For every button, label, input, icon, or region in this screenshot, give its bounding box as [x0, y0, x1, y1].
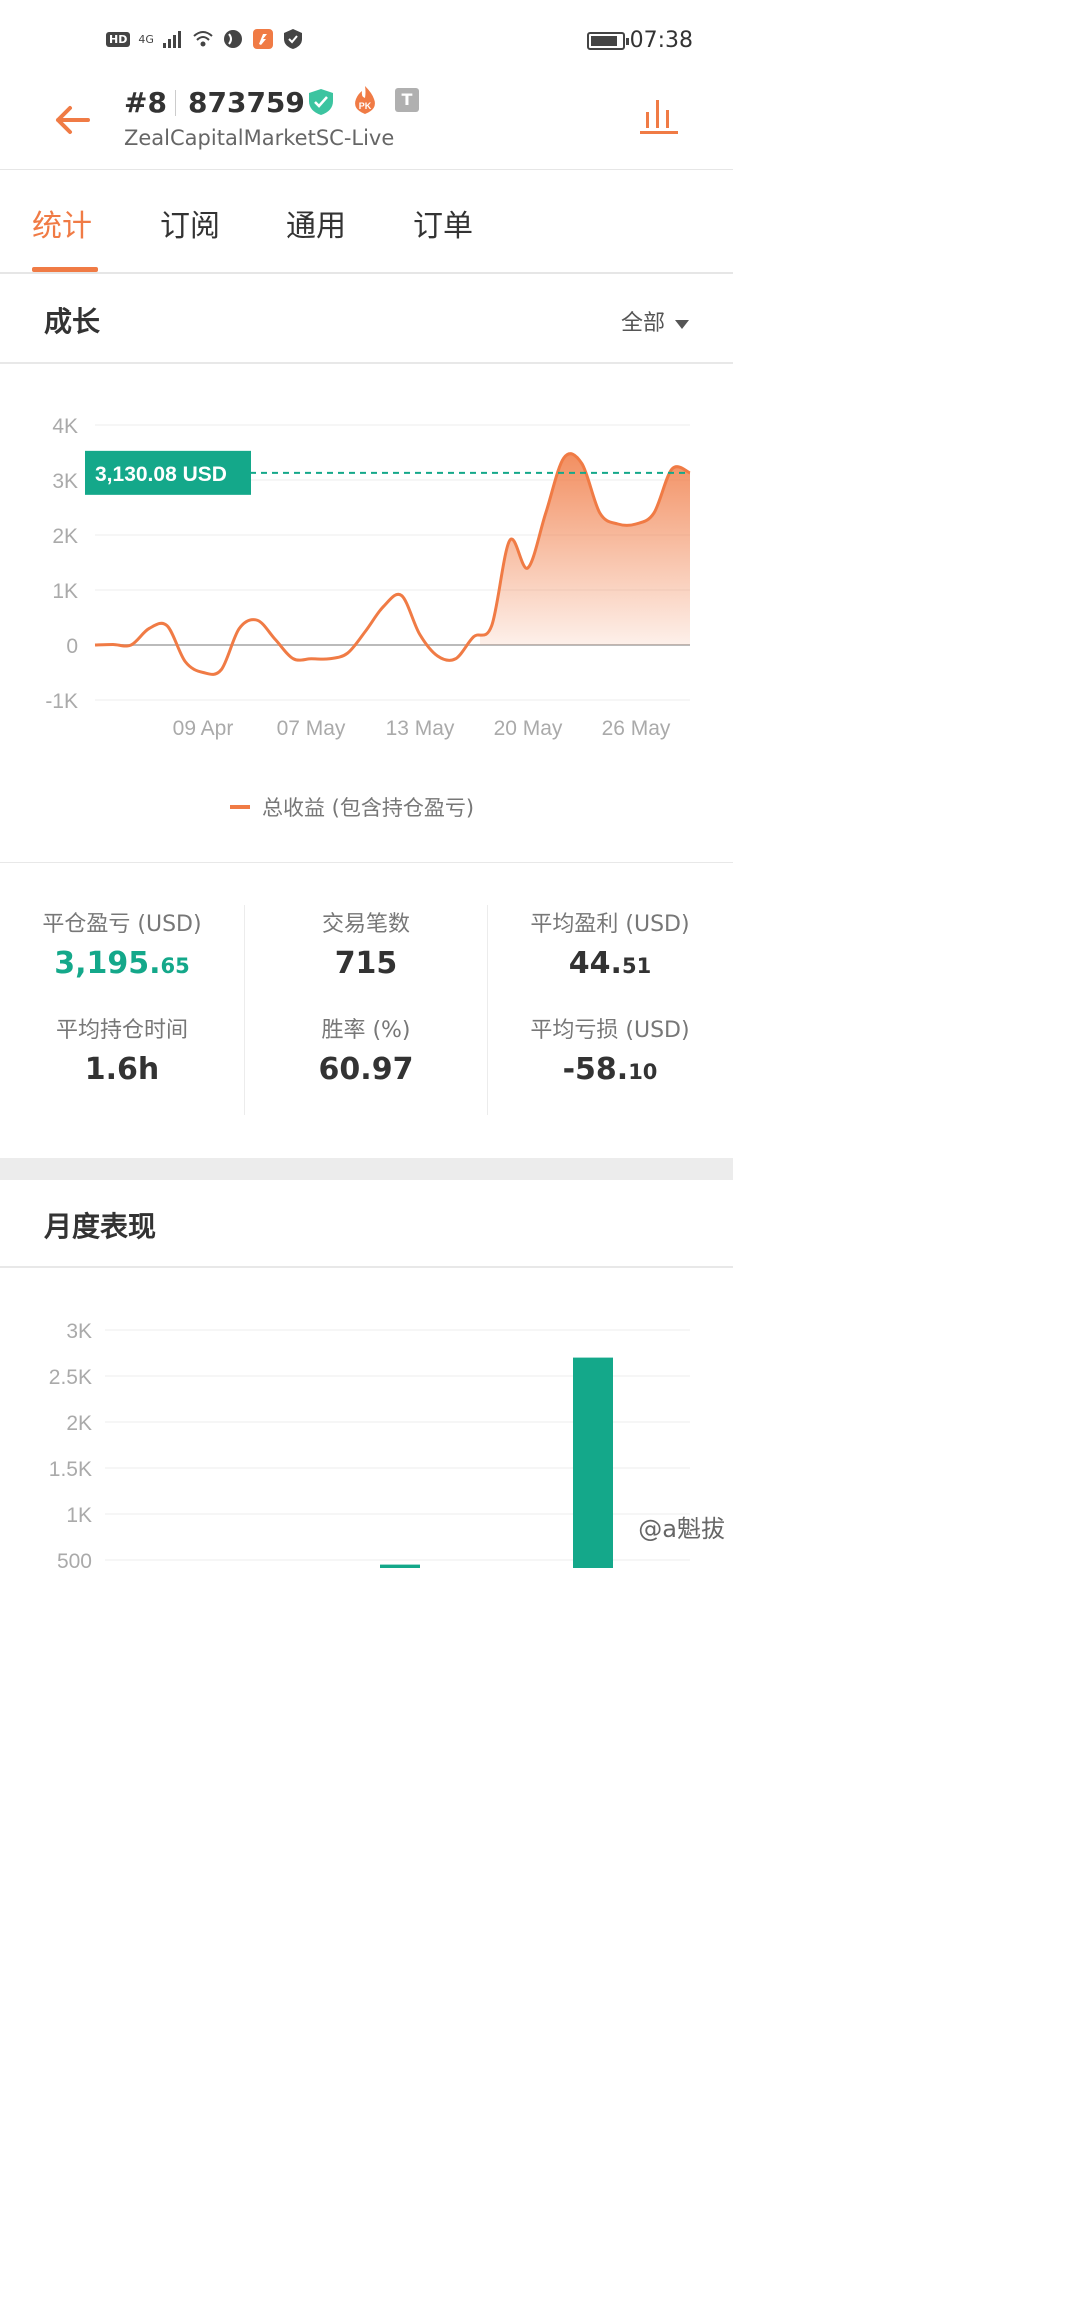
app-notification-icon	[252, 29, 273, 49]
x-tick-label: 13 May	[386, 717, 455, 740]
y-tick-label: 2.5K	[49, 1366, 92, 1389]
x-tick-label: 07 May	[277, 717, 346, 740]
battery-icon	[587, 32, 629, 50]
hd-indicator: HD	[106, 31, 131, 47]
stat-avg-hold-time: 平均持仓时间 1.6h	[0, 1012, 244, 1087]
stat-label: 平均持仓时间	[55, 1018, 188, 1043]
bar-chart-icon[interactable]	[636, 96, 682, 136]
stat-value: 3,195.65	[54, 946, 190, 981]
server-name: ZealCapitalMarketSC-Live	[124, 126, 395, 150]
header-divider	[175, 90, 176, 116]
x-tick-label: 09 Apr	[173, 717, 234, 740]
legend-swatch	[230, 805, 250, 809]
stat-label: 平均盈利 (USD)	[530, 912, 690, 937]
section-gap	[0, 1158, 733, 1180]
y-tick-label: 4K	[52, 415, 78, 438]
chart-legend: 总收益 (包含持仓盈亏)	[230, 792, 474, 822]
y-tick-label: -1K	[45, 690, 78, 713]
status-icons: HD 4G	[106, 28, 304, 50]
t-badge: T	[395, 88, 419, 112]
pk-flame-icon: PK	[355, 86, 375, 114]
battery-level	[591, 36, 617, 46]
stat-avg-profit: 平均盈利 (USD) 44.51	[488, 906, 732, 981]
growth-title: 成长	[44, 305, 101, 338]
stat-value: -58.10	[562, 1052, 658, 1087]
stat-trade-count: 交易笔数 715	[244, 906, 488, 981]
caret-down-icon	[675, 319, 689, 329]
shield-status-icon	[283, 29, 302, 49]
stat-avg-loss: 平均亏损 (USD) -58.10	[488, 1012, 732, 1087]
app-header: #8 873759 PK T ZealCapitalMarketSC-Live	[0, 70, 733, 170]
rank-label: #8	[124, 86, 167, 119]
tab-general[interactable]: 通用	[286, 201, 346, 245]
stat-label: 胜率 (%)	[321, 1018, 411, 1043]
back-arrow-icon[interactable]	[50, 100, 96, 140]
monthly-performance-chart: 3K 2.5K 2K 1.5K 1K 500	[49, 1320, 690, 1568]
y-tick-label: 3K	[52, 470, 78, 493]
stat-column-divider	[487, 905, 488, 1115]
y-tick-label: 1K	[52, 580, 78, 603]
status-bar: HD 4G 07:38	[0, 0, 733, 70]
y-tick-label: 1K	[66, 1504, 92, 1527]
tab-subscribe[interactable]: 订阅	[160, 201, 220, 245]
verified-shield-icon	[309, 89, 333, 115]
stat-value: 60.97	[318, 1052, 414, 1087]
y-tick-label: 3K	[66, 1320, 92, 1343]
signal-icon	[162, 31, 181, 48]
monthly-bar[interactable]	[380, 1564, 420, 1568]
stat-win-rate: 胜率 (%) 60.97	[244, 1012, 488, 1087]
pk-badge-text: PK	[359, 101, 372, 111]
stat-value: 1.6h	[84, 1052, 160, 1087]
tab-bar: 统计 订阅 通用 订单	[0, 171, 733, 274]
y-tick-label: 2K	[66, 1412, 92, 1435]
y-tick-label: 0	[66, 635, 78, 658]
active-tab-indicator	[32, 267, 98, 272]
legend-label: 总收益 (包含持仓盈亏)	[262, 796, 475, 820]
globe-icon	[223, 30, 242, 48]
network-type: 4G	[138, 32, 154, 46]
account-number: 873759	[188, 86, 305, 119]
y-tick-label: 500	[57, 1550, 92, 1568]
section-divider	[0, 362, 733, 364]
y-tick-label: 1.5K	[49, 1458, 92, 1481]
stat-label: 交易笔数	[321, 912, 410, 937]
stat-closed-pnl: 平仓盈亏 (USD) 3,195.65	[0, 906, 244, 981]
y-tick-label: 2K	[52, 525, 78, 548]
clock: 07:38	[629, 28, 693, 53]
stat-value: 715	[334, 946, 398, 981]
period-filter-label: 全部	[620, 311, 665, 336]
x-tick-label: 20 May	[494, 717, 563, 740]
wifi-icon	[193, 31, 213, 47]
x-tick-label: 26 May	[602, 717, 671, 740]
tab-statistics[interactable]: 统计	[32, 201, 92, 245]
stat-label: 平仓盈亏 (USD)	[42, 912, 202, 937]
monthly-title: 月度表现	[44, 1210, 157, 1243]
section-divider	[0, 862, 733, 863]
watermark: @a魁拔	[638, 1515, 725, 1543]
stat-value: 44.51	[568, 946, 652, 981]
monthly-bar[interactable]	[573, 1357, 613, 1568]
period-filter[interactable]: 全部	[621, 305, 689, 337]
growth-chart: 4K 3K 2K 1K 0 -1K 09 Apr 07 May 13 May 20 May 26 …	[45, 415, 691, 740]
current-value-tag-text: 3,130.08 USD	[95, 463, 227, 486]
stat-label: 平均亏损 (USD)	[530, 1018, 690, 1043]
stat-column-divider	[244, 905, 245, 1115]
tab-orders[interactable]: 订单	[413, 201, 473, 245]
stats-grid: 平仓盈亏 (USD) 3,195.65 交易笔数 715 平均盈利 (USD) …	[0, 880, 733, 1130]
